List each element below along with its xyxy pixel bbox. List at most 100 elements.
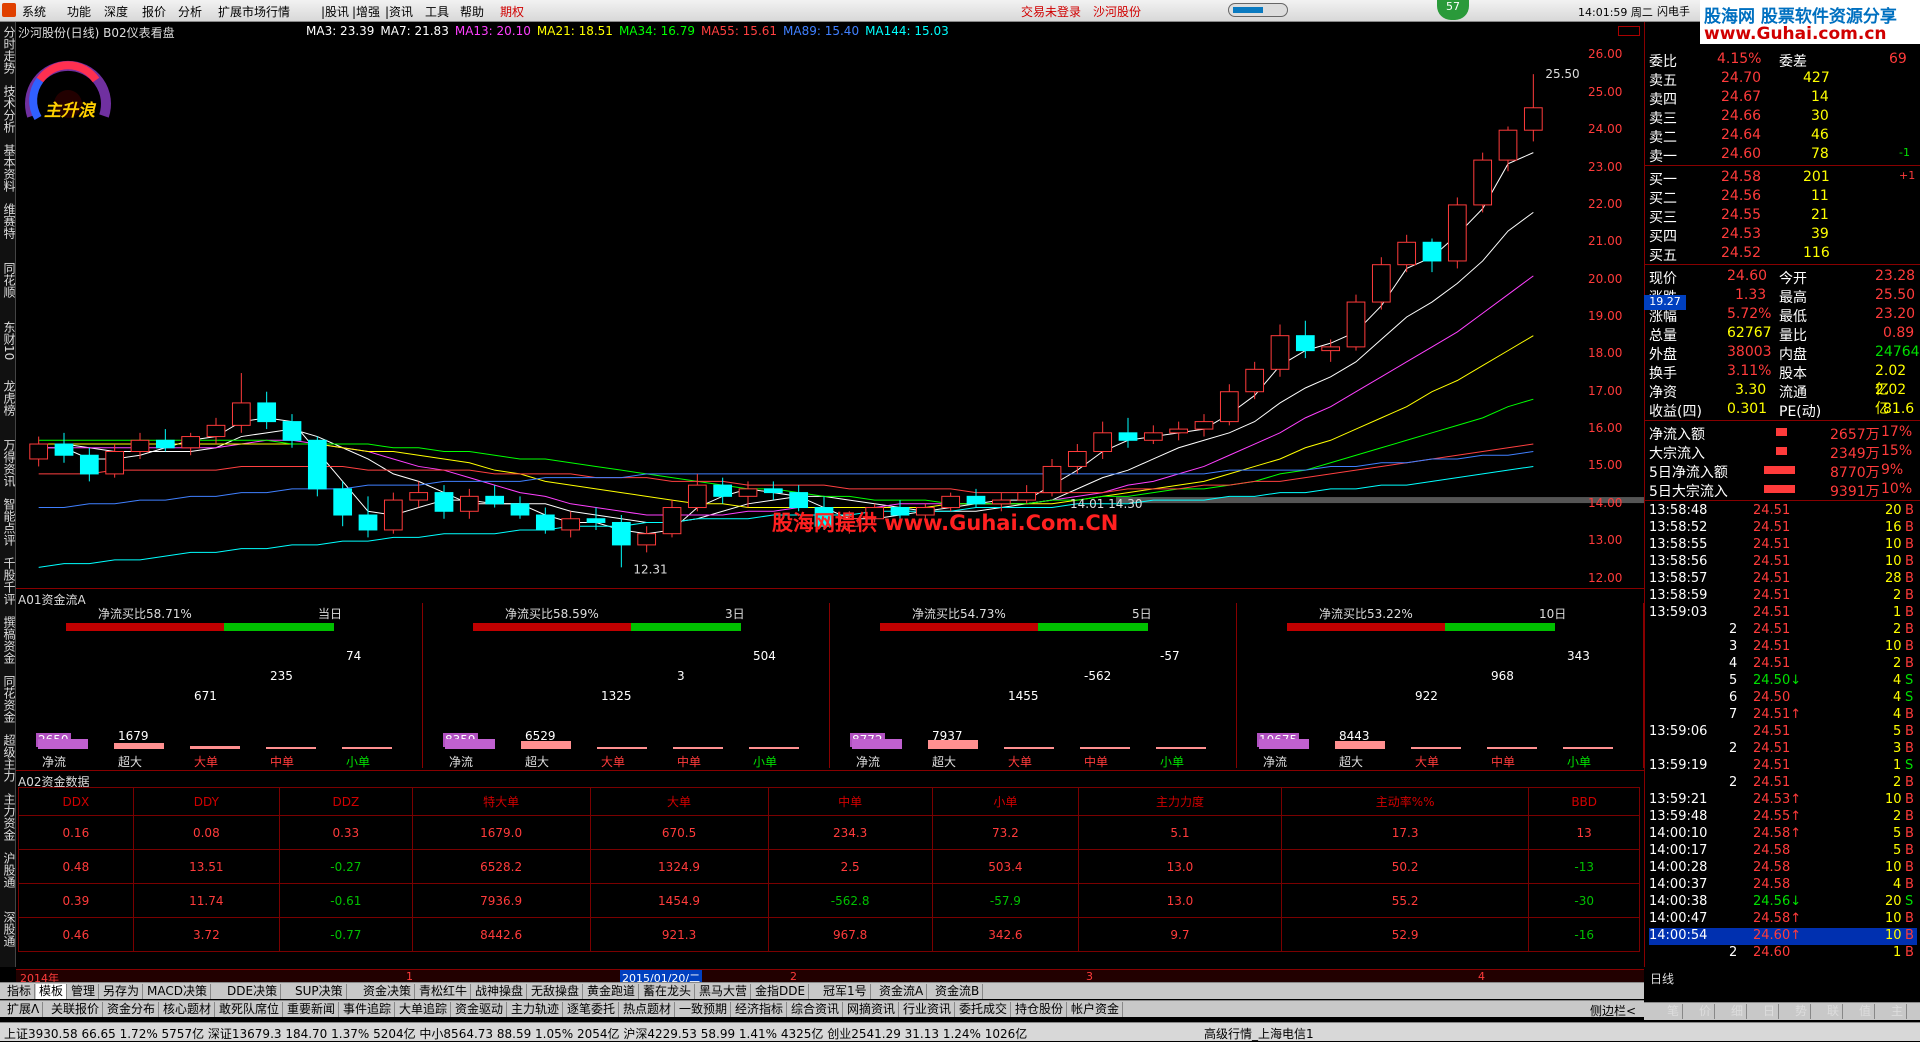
quote-tab[interactable]: 主 bbox=[1888, 1004, 1908, 1019]
quote-tab[interactable]: 值 bbox=[1856, 1004, 1876, 1019]
book-price[interactable]: 24.53 bbox=[1721, 226, 1761, 242]
left-strip-item[interactable]: 东财10 bbox=[1, 321, 16, 360]
book-price[interactable]: 24.66 bbox=[1721, 108, 1761, 124]
indicator-tab[interactable]: 另存为 bbox=[100, 984, 144, 999]
left-strip-item[interactable]: 深股通 bbox=[1, 911, 16, 947]
trade-status[interactable]: 交易未登录 bbox=[1021, 3, 1081, 20]
stock-name-link[interactable]: 沙河股份 bbox=[1093, 3, 1141, 20]
left-strip-item[interactable]: 基本资料 bbox=[1, 144, 16, 192]
menu-item[interactable]: 帮助 bbox=[460, 3, 484, 20]
left-strip-item[interactable]: 千股千评 bbox=[1, 557, 16, 605]
menu-item[interactable]: 期权 bbox=[500, 3, 524, 20]
sidebar-toggle[interactable]: 侧边栏< bbox=[1590, 1002, 1636, 1019]
book-price[interactable]: 24.56 bbox=[1721, 188, 1761, 204]
left-strip-item[interactable]: 超级主力 bbox=[1, 734, 16, 782]
table-header-cell[interactable]: DDY bbox=[132, 787, 281, 816]
indicator-tab[interactable]: 金指DDE bbox=[752, 984, 810, 999]
indicator-tab[interactable]: DDE决策 bbox=[224, 984, 282, 999]
quote-tab[interactable]: 价 bbox=[1696, 1004, 1716, 1019]
book-price[interactable]: 24.55 bbox=[1721, 207, 1761, 223]
indicator-tab[interactable]: SUP决策 bbox=[292, 984, 347, 999]
quote-tab[interactable]: 势 bbox=[1792, 1004, 1812, 1019]
period-label[interactable]: 日线 bbox=[1650, 970, 1674, 987]
info-tab[interactable]: 资金驱动 bbox=[452, 1002, 508, 1017]
left-strip-item[interactable]: 主力资金 bbox=[1, 793, 16, 841]
quote-tab[interactable]: 联 bbox=[1824, 1004, 1844, 1019]
indicator-tab[interactable]: 无敌操盘 bbox=[528, 984, 584, 999]
info-tab[interactable]: 帐户资金 bbox=[1068, 1002, 1124, 1017]
menu-item[interactable]: 功能 bbox=[67, 3, 91, 20]
info-tab[interactable]: 一致预期 bbox=[676, 1002, 732, 1017]
indicator-tab[interactable]: 指标 bbox=[4, 984, 36, 999]
info-tab[interactable]: 敢死队席位 bbox=[216, 1002, 284, 1017]
left-strip-item[interactable]: 维赛特 bbox=[1, 203, 16, 239]
menu-item[interactable]: 分析 bbox=[178, 3, 202, 20]
menu-item[interactable]: |资讯 bbox=[385, 3, 413, 20]
indicator-tab[interactable]: 战神操盘 bbox=[472, 984, 528, 999]
info-tab[interactable]: 事件追踪 bbox=[340, 1002, 396, 1017]
server-label[interactable]: 闪电手 bbox=[1657, 3, 1690, 19]
menu-item[interactable]: 报价 bbox=[142, 3, 166, 20]
book-price[interactable]: 24.64 bbox=[1721, 127, 1761, 143]
book-price[interactable]: 24.70 bbox=[1721, 70, 1761, 86]
book-price[interactable]: 24.60 bbox=[1721, 146, 1761, 162]
info-tab[interactable]: 热点题材 bbox=[620, 1002, 676, 1017]
left-strip-item[interactable]: 同花资金 bbox=[1, 675, 16, 723]
left-strip-item[interactable]: 分时走势 bbox=[1, 26, 16, 74]
info-tab[interactable]: 网摘资讯 bbox=[844, 1002, 900, 1017]
info-tab[interactable]: 重要新闻 bbox=[284, 1002, 340, 1017]
menu-item[interactable]: 深度 bbox=[104, 3, 128, 20]
info-tab[interactable]: 主力轨迹 bbox=[508, 1002, 564, 1017]
menu-item[interactable]: 工具 bbox=[425, 3, 449, 20]
menu-item[interactable]: 系统 bbox=[22, 3, 46, 20]
table-header-cell[interactable]: 小单 bbox=[931, 787, 1080, 816]
indicator-tab[interactable]: 黄金跑道 bbox=[584, 984, 640, 999]
quote-tab[interactable]: 细 bbox=[1728, 1004, 1748, 1019]
info-tab[interactable]: 逐笔委托 bbox=[564, 1002, 620, 1017]
info-tab[interactable]: 关联报价 bbox=[48, 1002, 104, 1017]
left-strip-item[interactable]: 智能点评 bbox=[1, 498, 16, 546]
left-strip-item[interactable]: 同花顺 bbox=[1, 262, 16, 298]
indicator-tab[interactable]: 冠军1号 bbox=[820, 984, 871, 999]
table-header-cell[interactable]: BBD bbox=[1528, 787, 1640, 816]
info-tab[interactable]: 综合资讯 bbox=[788, 1002, 844, 1017]
info-tab[interactable]: 大单追踪 bbox=[396, 1002, 452, 1017]
table-header-cell[interactable]: DDZ bbox=[279, 787, 413, 816]
left-strip-item[interactable]: 万得资讯 bbox=[1, 439, 16, 487]
info-tab[interactable]: 经济指标 bbox=[732, 1002, 788, 1017]
info-tab[interactable]: 持仓股份 bbox=[1012, 1002, 1068, 1017]
info-tab[interactable]: 扩展Λ bbox=[4, 1002, 44, 1017]
table-header-cell[interactable]: DDX bbox=[18, 787, 134, 816]
info-tab[interactable]: 行业资讯 bbox=[900, 1002, 956, 1017]
book-price[interactable]: 24.67 bbox=[1721, 89, 1761, 105]
indicator-tab[interactable]: 资金流B bbox=[932, 984, 984, 999]
table-header-cell[interactable]: 特大单 bbox=[411, 787, 591, 816]
book-price[interactable]: 24.52 bbox=[1721, 245, 1761, 261]
info-tab[interactable]: 资金分布 bbox=[104, 1002, 160, 1017]
quote-tab[interactable]: 笔 bbox=[1664, 1004, 1684, 1019]
info-tab[interactable]: 核心题材 bbox=[160, 1002, 216, 1017]
left-strip-item[interactable]: 龙虎榜 bbox=[1, 380, 16, 416]
table-header-cell[interactable]: 主力力度 bbox=[1078, 787, 1282, 816]
book-price[interactable]: 24.58 bbox=[1721, 169, 1761, 185]
table-header-cell[interactable]: 主动率%% bbox=[1280, 787, 1530, 816]
indicator-tab[interactable]: 青松红牛 bbox=[416, 984, 472, 999]
indicator-tab[interactable]: 黑马大营 bbox=[696, 984, 752, 999]
indicator-tab[interactable]: 资金决策 bbox=[360, 984, 416, 999]
indicator-tab[interactable]: 蓄在龙头 bbox=[640, 984, 696, 999]
menu-item[interactable]: 扩展市场行情 bbox=[218, 3, 290, 20]
table-header-cell[interactable]: 大单 bbox=[589, 787, 769, 816]
window-controls[interactable] bbox=[1618, 26, 1640, 36]
table-header-cell[interactable]: 中单 bbox=[767, 787, 933, 816]
left-strip-item[interactable]: 撰稿资金 bbox=[1, 616, 16, 664]
left-strip-item[interactable]: 沪股通 bbox=[1, 852, 16, 888]
left-strip-item[interactable]: 技术分析 bbox=[1, 85, 16, 133]
quote-tab[interactable]: 日 bbox=[1760, 1004, 1780, 1019]
badge[interactable]: 57 bbox=[1437, 0, 1469, 20]
indicator-tab[interactable]: 资金流A bbox=[876, 984, 928, 999]
menu-item[interactable]: |股讯 bbox=[321, 3, 349, 20]
menu-item[interactable]: |增强 bbox=[352, 3, 380, 20]
info-tab[interactable]: 委托成交 bbox=[956, 1002, 1012, 1017]
indicator-tab[interactable]: 模板 bbox=[36, 984, 68, 999]
indicator-tab[interactable]: 管理 bbox=[68, 984, 100, 999]
